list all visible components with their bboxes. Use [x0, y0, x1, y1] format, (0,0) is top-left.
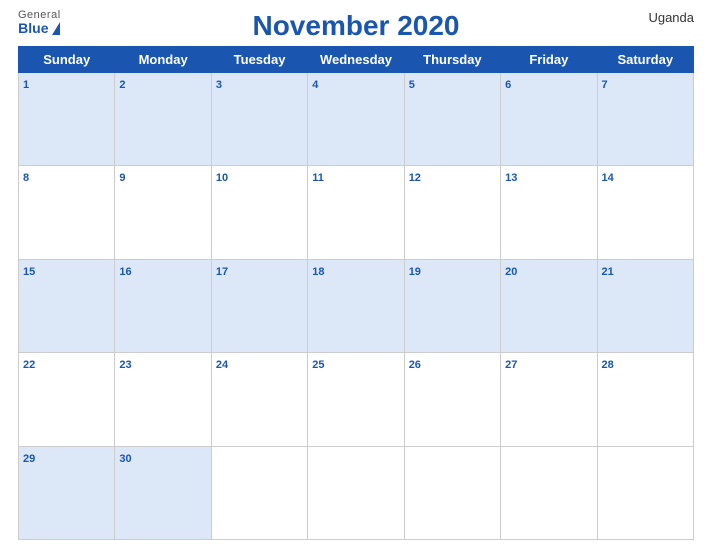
calendar-day-cell: 25 [308, 353, 404, 446]
calendar-day-cell: 7 [597, 73, 693, 166]
day-number: 5 [409, 79, 415, 91]
calendar-header: General Blue November 2020 Uganda [18, 10, 694, 42]
day-number: 27 [505, 359, 517, 371]
weekday-header-saturday: Saturday [597, 47, 693, 73]
calendar-title: November 2020 [252, 10, 459, 42]
weekday-header-friday: Friday [501, 47, 597, 73]
calendar-day-cell: 17 [211, 259, 307, 352]
day-number: 15 [23, 266, 35, 278]
day-number: 7 [602, 79, 608, 91]
calendar-day-cell: 14 [597, 166, 693, 259]
calendar-day-cell: 21 [597, 259, 693, 352]
calendar-day-cell: 23 [115, 353, 211, 446]
calendar-day-cell [211, 446, 307, 539]
calendar-day-cell: 19 [404, 259, 500, 352]
calendar-day-cell: 4 [308, 73, 404, 166]
weekday-header-wednesday: Wednesday [308, 47, 404, 73]
logo: General Blue [18, 10, 61, 35]
calendar-week-row: 8 9 10 11 12 13 14 [19, 166, 694, 259]
day-number: 24 [216, 359, 228, 371]
calendar-table: SundayMondayTuesdayWednesdayThursdayFrid… [18, 46, 694, 540]
calendar-day-cell: 18 [308, 259, 404, 352]
day-number: 12 [409, 172, 421, 184]
calendar-week-row: 15 16 17 18 19 20 21 [19, 259, 694, 352]
day-number: 16 [119, 266, 131, 278]
calendar-day-cell: 13 [501, 166, 597, 259]
day-number: 9 [119, 172, 125, 184]
day-number: 10 [216, 172, 228, 184]
weekday-header-sunday: Sunday [19, 47, 115, 73]
day-number: 14 [602, 172, 614, 184]
calendar-day-cell: 8 [19, 166, 115, 259]
calendar-day-cell: 16 [115, 259, 211, 352]
calendar-day-cell: 24 [211, 353, 307, 446]
day-number: 8 [23, 172, 29, 184]
day-number: 29 [23, 453, 35, 465]
logo-blue-text: Blue [18, 21, 60, 35]
calendar-day-cell: 30 [115, 446, 211, 539]
calendar-week-row: 29 30 [19, 446, 694, 539]
calendar-week-row: 1 2 3 4 5 6 7 [19, 73, 694, 166]
day-number: 30 [119, 453, 131, 465]
day-number: 26 [409, 359, 421, 371]
day-number: 19 [409, 266, 421, 278]
day-number: 20 [505, 266, 517, 278]
calendar-day-cell: 11 [308, 166, 404, 259]
weekday-header-row: SundayMondayTuesdayWednesdayThursdayFrid… [19, 47, 694, 73]
calendar-day-cell: 20 [501, 259, 597, 352]
day-number: 18 [312, 266, 324, 278]
calendar-day-cell: 2 [115, 73, 211, 166]
day-number: 21 [602, 266, 614, 278]
calendar-day-cell: 15 [19, 259, 115, 352]
day-number: 25 [312, 359, 324, 371]
day-number: 1 [23, 79, 29, 91]
calendar-day-cell [308, 446, 404, 539]
calendar-day-cell: 28 [597, 353, 693, 446]
calendar-day-cell: 12 [404, 166, 500, 259]
day-number: 17 [216, 266, 228, 278]
calendar-day-cell [597, 446, 693, 539]
country-label: Uganda [648, 10, 694, 25]
calendar-week-row: 22 23 24 25 26 27 28 [19, 353, 694, 446]
calendar-day-cell: 10 [211, 166, 307, 259]
calendar-day-cell: 1 [19, 73, 115, 166]
day-number: 4 [312, 79, 318, 91]
day-number: 2 [119, 79, 125, 91]
day-number: 22 [23, 359, 35, 371]
calendar-day-cell: 26 [404, 353, 500, 446]
calendar-day-cell [404, 446, 500, 539]
day-number: 23 [119, 359, 131, 371]
calendar-day-cell: 6 [501, 73, 597, 166]
day-number: 3 [216, 79, 222, 91]
calendar-day-cell: 29 [19, 446, 115, 539]
calendar-day-cell: 22 [19, 353, 115, 446]
calendar-day-cell: 27 [501, 353, 597, 446]
weekday-header-thursday: Thursday [404, 47, 500, 73]
weekday-header-monday: Monday [115, 47, 211, 73]
day-number: 11 [312, 172, 324, 184]
calendar-day-cell: 5 [404, 73, 500, 166]
day-number: 28 [602, 359, 614, 371]
calendar-day-cell [501, 446, 597, 539]
calendar-day-cell: 3 [211, 73, 307, 166]
day-number: 6 [505, 79, 511, 91]
calendar-day-cell: 9 [115, 166, 211, 259]
logo-triangle-icon [52, 22, 60, 35]
day-number: 13 [505, 172, 517, 184]
weekday-header-tuesday: Tuesday [211, 47, 307, 73]
